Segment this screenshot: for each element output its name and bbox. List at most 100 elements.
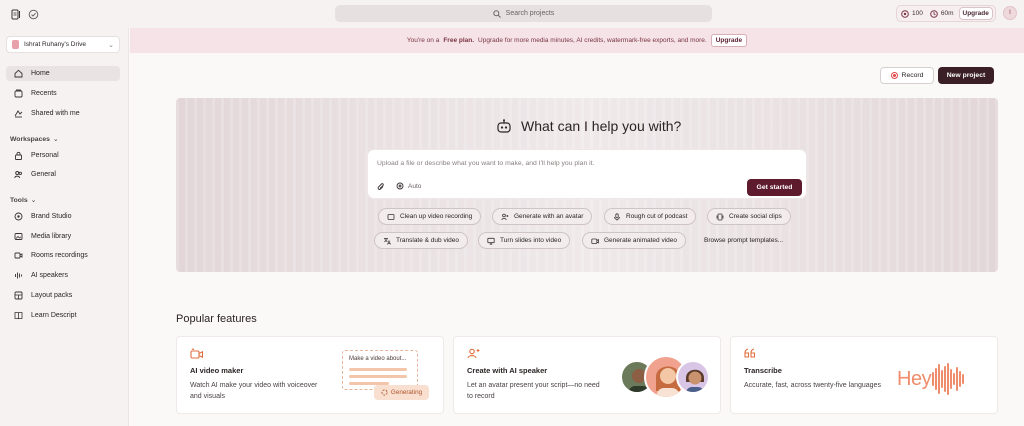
- mode-selector[interactable]: Auto: [396, 182, 421, 190]
- chip-slides[interactable]: Turn slides into video: [478, 232, 571, 249]
- sidebar-item-personal[interactable]: Personal: [6, 148, 120, 163]
- sidebar-item-brand-studio[interactable]: Brand Studio: [6, 209, 120, 224]
- chip-label: Generate animated video: [604, 237, 677, 244]
- chevron-down-icon: ⌄: [52, 136, 59, 143]
- upgrade-banner: You're on a Free plan. Upgrade for more …: [130, 28, 1024, 53]
- hero-title: What can I help you with?: [521, 118, 682, 134]
- clips-icon: [716, 213, 724, 220]
- chip-rough-cut[interactable]: Rough cut of podcast: [604, 208, 697, 225]
- tools-heading[interactable]: Tools ⌄: [10, 196, 37, 205]
- sidebar-item-shared[interactable]: Shared with me: [6, 106, 120, 121]
- waveform-bar: [941, 370, 944, 388]
- chip-clean-up[interactable]: Clean up video recording: [378, 208, 482, 225]
- sidebar-item-label: General: [31, 171, 56, 178]
- chip-label: Rough cut of podcast: [626, 213, 688, 220]
- search-icon: [492, 9, 501, 18]
- card-title: Transcribe: [744, 366, 782, 375]
- sidebar-item-home[interactable]: Home: [6, 66, 120, 81]
- video-spark-icon: [190, 348, 204, 359]
- avatar[interactable]: I: [1003, 6, 1017, 20]
- chip-label: Translate & dub video: [396, 237, 459, 244]
- sidebar-item-label: Layout packs: [31, 292, 73, 299]
- sidebar-item-ai-speakers[interactable]: AI speakers: [6, 268, 120, 283]
- popular-features-heading: Popular features: [176, 313, 257, 325]
- mode-label: Auto: [408, 182, 422, 190]
- waveform-bar: [935, 368, 938, 390]
- sidebar-item-label: Recents: [31, 90, 57, 97]
- chip-social-clips[interactable]: Create social clips: [707, 208, 791, 225]
- browse-templates-link[interactable]: Browse prompt templates...: [696, 232, 791, 249]
- chip-animated[interactable]: Generate animated video: [582, 232, 686, 249]
- chip-translate[interactable]: Translate & dub video: [374, 232, 468, 249]
- sidebar-item-recents[interactable]: Recents: [6, 86, 120, 101]
- layout-packs-icon: [14, 291, 23, 300]
- sidebar-item-layout-packs[interactable]: Layout packs: [6, 288, 120, 303]
- badge-label: Generating: [390, 389, 423, 396]
- record-button[interactable]: Record: [880, 67, 934, 84]
- sidebar-item-label: Personal: [31, 152, 59, 159]
- chip-label: Clean up video recording: [400, 213, 473, 220]
- get-started-button[interactable]: Get started: [747, 179, 802, 196]
- spinner-icon: [381, 389, 388, 396]
- avatar-face-3: [676, 360, 710, 394]
- new-project-button[interactable]: New project: [938, 67, 994, 84]
- banner-plan: Free plan.: [443, 37, 475, 44]
- waveform-bar: [932, 372, 935, 386]
- sidebar-item-general[interactable]: General: [6, 167, 120, 182]
- people-icon: [14, 171, 22, 179]
- waveform-bar: [962, 374, 965, 384]
- generating-badge: Generating: [374, 385, 429, 400]
- sidebar-item-label: Home: [31, 70, 50, 77]
- workspaces-heading[interactable]: Workspaces ⌄: [10, 135, 59, 144]
- check-circle-icon[interactable]: [26, 7, 40, 21]
- sidebar-item-label: Brand Studio: [31, 213, 72, 220]
- banner-prefix: You're on a: [406, 37, 440, 44]
- transcribe-waveform: Hey: [897, 363, 965, 395]
- credits-count: 100: [912, 10, 923, 17]
- chip-label: Browse prompt templates...: [704, 237, 784, 244]
- workspaces-label: Workspaces: [10, 135, 50, 143]
- drive-name: Ishrat Ruhany's Drive: [24, 41, 86, 48]
- card-transcribe[interactable]: Transcribe Accurate, fast, across twenty…: [730, 336, 998, 414]
- prompt-input[interactable]: Upload a file or describe what you want …: [377, 160, 594, 167]
- book-icon: [14, 312, 23, 320]
- upgrade-button[interactable]: Upgrade: [958, 7, 993, 20]
- document-list-icon[interactable]: [9, 7, 23, 21]
- card-description: Watch AI make your video with voiceover …: [190, 382, 318, 400]
- person-plus-icon: [467, 348, 480, 359]
- card-ai-video-maker[interactable]: AI video maker Watch AI make your video …: [176, 336, 444, 414]
- search-input[interactable]: Search projects: [335, 5, 712, 22]
- recents-icon: [14, 89, 23, 98]
- sidebar-item-label: Shared with me: [31, 110, 80, 117]
- preview-label: Make a video about...: [349, 356, 407, 362]
- banner-upgrade-button[interactable]: Upgrade: [710, 34, 748, 47]
- prompt-box[interactable]: Upload a file or describe what you want …: [367, 149, 807, 199]
- search-placeholder: Search projects: [505, 10, 555, 17]
- sidebar-item-rooms[interactable]: Rooms recordings: [6, 248, 120, 263]
- chip-avatar[interactable]: Generate with an avatar: [492, 208, 593, 225]
- quote-icon: [744, 348, 756, 358]
- chip-label: Generate with an avatar: [514, 213, 584, 220]
- card-title: Create with AI speaker: [467, 366, 548, 375]
- ai-speakers-icon: [15, 272, 22, 279]
- record-label: Record: [901, 72, 924, 79]
- chevron-down-icon: ⌄: [30, 197, 37, 204]
- lock-icon: [15, 151, 22, 160]
- paperclip-icon[interactable]: [377, 183, 385, 191]
- waveform-word: Hey: [897, 367, 932, 390]
- sidebar-item-label: AI speakers: [31, 272, 68, 279]
- chip-label: Create social clips: [729, 213, 782, 220]
- film-icon: [387, 213, 395, 220]
- credits-panel[interactable]: 100 60m Upgrade: [896, 5, 996, 22]
- monitor-icon: [487, 237, 495, 245]
- chip-label: Turn slides into video: [500, 237, 562, 244]
- waveform-bar: [950, 369, 953, 389]
- sidebar-item-learn[interactable]: Learn Descript: [6, 308, 120, 323]
- record-icon: [890, 72, 898, 79]
- banner-message: Upgrade for more media minutes, AI credi…: [478, 37, 707, 44]
- card-create-ai-speaker[interactable]: Create with AI speaker Let an avatar pre…: [453, 336, 721, 414]
- rooms-icon: [14, 252, 23, 259]
- sidebar-item-media-library[interactable]: Media library: [6, 229, 120, 244]
- drive-selector[interactable]: Ishrat Ruhany's Drive ⌄: [6, 36, 120, 53]
- preview-line: [349, 368, 407, 371]
